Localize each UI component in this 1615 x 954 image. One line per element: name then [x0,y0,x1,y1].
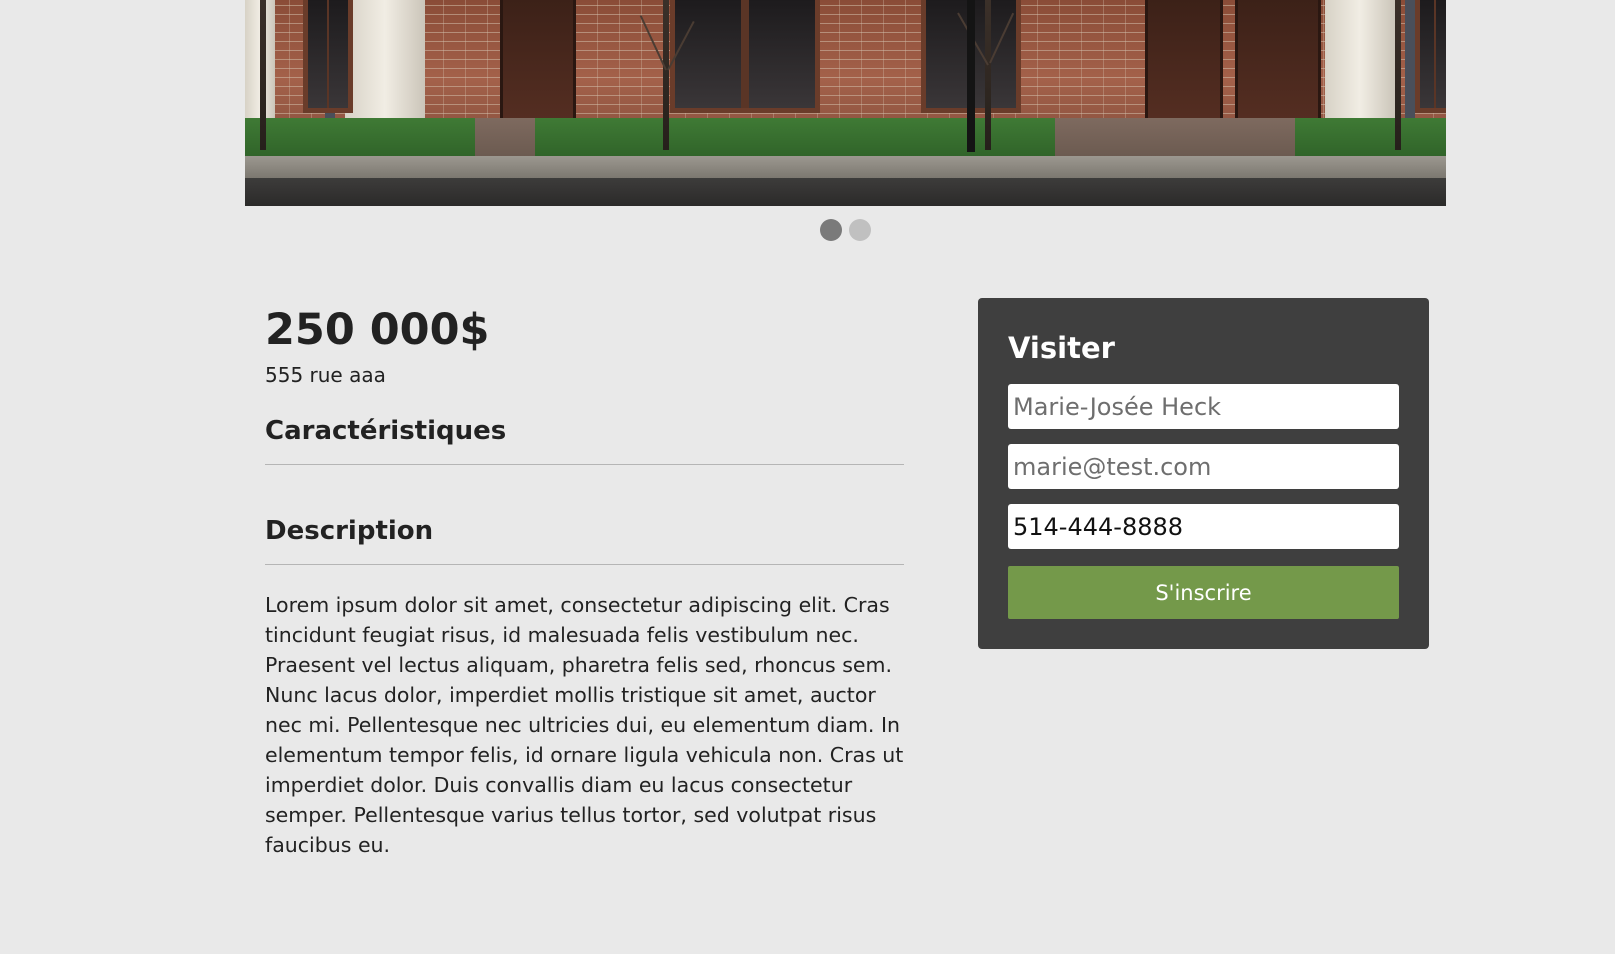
carousel-dots [820,219,871,241]
register-button[interactable]: S'inscrire [1008,566,1399,619]
visit-form: Visiter S'inscrire [978,298,1429,649]
phone-field[interactable] [1008,504,1399,549]
carousel-dot-1[interactable] [820,219,842,241]
description-heading: Description [265,516,434,546]
email-field[interactable] [1008,444,1399,489]
listing-price: 250 000$ [265,305,490,355]
features-heading: Caractéristiques [265,416,507,446]
carousel-dot-2[interactable] [849,219,871,241]
description-text: Lorem ipsum dolor sit amet, consectetur … [265,593,904,857]
visit-form-title: Visiter [1008,331,1115,365]
street-lamp [967,0,975,152]
features-divider [265,464,904,465]
listing-address: 555 rue aaa [265,363,386,387]
description-divider [265,564,904,565]
property-photo [245,0,1446,206]
listing-page: 250 000$ 555 rue aaa Caractéristiques De… [0,0,1615,954]
name-field[interactable] [1008,384,1399,429]
